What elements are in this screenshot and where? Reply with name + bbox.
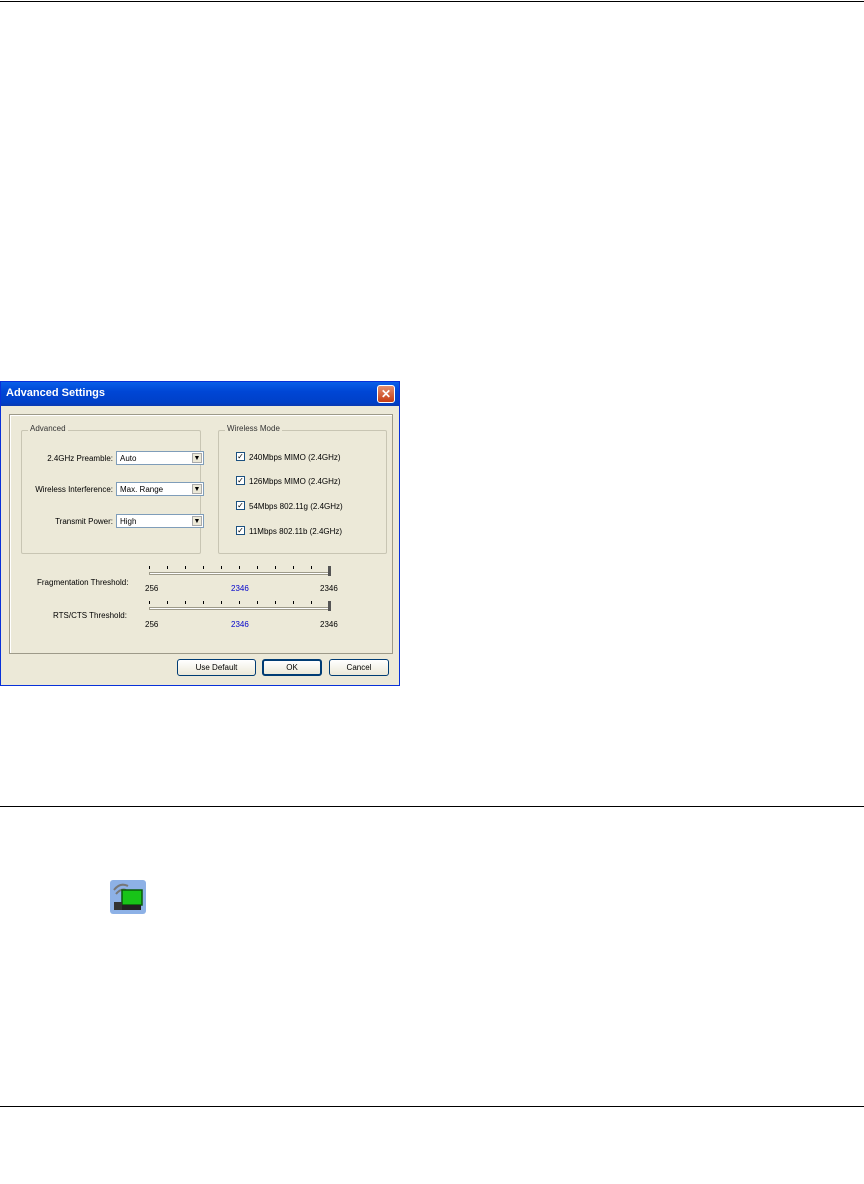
preamble-value: Auto [120, 454, 137, 463]
bottom-rule [0, 1106, 864, 1107]
chevron-down-icon[interactable]: ▼ [192, 484, 202, 494]
mode-checkbox-54[interactable]: ✓ [236, 501, 245, 510]
wireless-network-icon [110, 880, 146, 914]
interference-select[interactable]: Max. Range ▼ [116, 482, 204, 496]
mode-checkbox-240[interactable]: ✓ [236, 452, 245, 461]
top-rule [0, 1, 864, 2]
mode-label-54: 54Mbps 802.11g (2.4GHz) [249, 502, 343, 511]
close-icon[interactable]: ✕ [377, 385, 395, 403]
fragmentation-track [149, 572, 330, 575]
fragmentation-max: 2346 [320, 584, 338, 593]
dialog-title: Advanced Settings [6, 387, 106, 399]
preamble-select[interactable]: Auto ▼ [116, 451, 204, 465]
mode-checkbox-126[interactable]: ✓ [236, 476, 245, 485]
fragmentation-current: 2346 [231, 584, 249, 593]
rts-max: 2346 [320, 620, 338, 629]
preamble-label: 2.4GHz Preamble: [47, 454, 113, 463]
rts-label: RTS/CTS Threshold: [53, 611, 127, 620]
wireless-mode-label: Wireless Mode [225, 424, 282, 433]
fragmentation-label: Fragmentation Threshold: [37, 578, 129, 587]
title-bar[interactable]: Advanced Settings ✕ [1, 382, 399, 406]
rts-slider[interactable] [149, 601, 331, 613]
fragmentation-thumb[interactable] [328, 566, 331, 576]
power-value: High [120, 517, 137, 526]
mode-label-11: 11Mbps 802.11b (2.4GHz) [249, 527, 343, 536]
interference-value: Max. Range [120, 485, 164, 494]
rts-min: 256 [145, 620, 159, 629]
mode-label-240: 240Mbps MIMO (2.4GHz) [249, 453, 341, 462]
wireless-mode-group: Wireless Mode ✓ 240Mbps MIMO (2.4GHz) ✓ … [218, 424, 387, 554]
mode-label-126: 126Mbps MIMO (2.4GHz) [249, 477, 341, 486]
chevron-down-icon[interactable]: ▼ [192, 453, 202, 463]
chevron-down-icon[interactable]: ▼ [192, 516, 202, 526]
fragmentation-slider[interactable] [149, 566, 331, 578]
advanced-group: Advanced 2.4GHz Preamble: Auto ▼ Wireles… [21, 424, 204, 554]
rts-thumb[interactable] [328, 601, 331, 611]
power-label: Transmit Power: [55, 517, 113, 526]
rts-track [149, 607, 330, 610]
mode-checkbox-11[interactable]: ✓ [236, 526, 245, 535]
cancel-button[interactable]: Cancel [329, 659, 389, 676]
rts-current: 2346 [231, 620, 249, 629]
fragmentation-min: 256 [145, 584, 159, 593]
use-default-button[interactable]: Use Default [177, 659, 256, 676]
power-select[interactable]: High ▼ [116, 514, 204, 528]
advanced-settings-dialog: Advanced Settings ✕ Advanced 2.4GHz Prea… [0, 381, 400, 686]
advanced-group-label: Advanced [28, 424, 68, 433]
interference-label: Wireless Interference: [35, 485, 113, 494]
middle-rule [0, 806, 864, 807]
ok-button[interactable]: OK [262, 659, 322, 676]
